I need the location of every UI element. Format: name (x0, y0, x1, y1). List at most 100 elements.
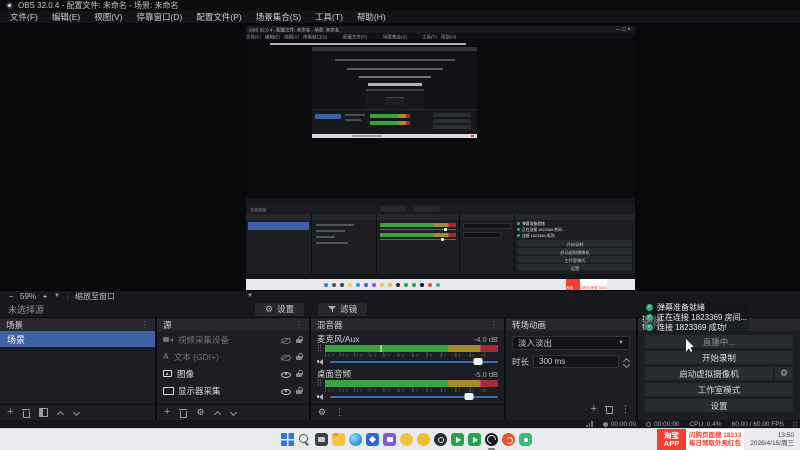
sources-dock-header[interactable]: 源 ⋮ (157, 318, 309, 331)
source-row[interactable]: 视频采集设备 (157, 331, 309, 348)
obs-studio-icon[interactable] (485, 433, 498, 450)
menu-item-7[interactable]: 帮助(H) (350, 11, 393, 24)
file-explorer-icon[interactable] (332, 433, 345, 446)
add-scene-button[interactable]: + (7, 407, 13, 418)
speaker-icon[interactable] (317, 393, 326, 401)
drag-grip-icon[interactable] (317, 379, 322, 387)
menu-item-4[interactable]: 配置文件(P) (189, 11, 248, 24)
control-button-3[interactable]: 工作室模式 (645, 383, 793, 396)
purple-app-icon[interactable] (383, 433, 396, 446)
zoom-in-button[interactable]: + (40, 292, 50, 301)
title-bar[interactable]: OBS 32.0.4 - 配置文件: 未命名 - 场景: 未命名 (0, 0, 800, 11)
eye-off-icon[interactable] (281, 336, 291, 344)
move-scene-up-button[interactable] (57, 410, 64, 416)
yellow-app-2-icon[interactable] (417, 433, 430, 446)
toast-notification: ✓ 正在连接 1823369 房间... (644, 312, 750, 322)
zoom-out-button[interactable]: − (6, 292, 16, 301)
menu-item-1[interactable]: 编辑(E) (45, 11, 87, 24)
transition-dock-header[interactable]: 转场动画 (506, 318, 636, 331)
source-row[interactable]: 图像 (157, 365, 309, 382)
move-scene-down-button[interactable] (73, 410, 80, 416)
record-status-icon (646, 421, 652, 427)
speaker-icon[interactable] (317, 358, 326, 366)
fit-mode-dropdown[interactable]: 缩放至窗口 (75, 291, 115, 302)
fit-mode-caret[interactable]: ▼ (247, 293, 253, 299)
taobao-brand[interactable]: 淘宝 APP (657, 429, 686, 450)
menu-item-6[interactable]: 工具(T) (308, 11, 350, 24)
control-button-0[interactable]: 直播中... (645, 335, 793, 348)
resize-grip[interactable] (792, 421, 798, 427)
remove-transition-button[interactable] (605, 405, 613, 414)
duration-stepper[interactable] (623, 357, 630, 366)
start-icon[interactable] (281, 433, 294, 446)
virtual-camera-config-button[interactable]: ⚙ (775, 367, 793, 380)
preview-area[interactable]: OBS 32.0.4 - 配置文件: 未命名 - 场景: 未命名 — ▢ ✕ 文… (0, 24, 800, 291)
source-row[interactable]: A 文本 (GDI+) (157, 348, 309, 365)
orange-app-icon[interactable] (502, 433, 515, 446)
fps-counter: 60.00 / 60.00 FPS (731, 420, 784, 428)
dock-menu-icon[interactable]: ⋮ (295, 320, 303, 329)
move-source-down-button[interactable] (230, 410, 237, 416)
meter-scale: -60 -55 -50 -45 -40 -35 -30 -25 -20 -15 … (325, 387, 498, 392)
search-icon[interactable] (298, 433, 311, 446)
scene-filters-button[interactable] (39, 408, 49, 417)
eye-icon[interactable] (281, 370, 291, 378)
add-source-button[interactable]: + (164, 407, 170, 418)
source-properties-button[interactable]: ⚙ (196, 408, 204, 417)
source-settings-button[interactable]: ⚙ 设置 (255, 302, 305, 316)
steam-app-icon[interactable] (434, 433, 447, 446)
eye-off-icon[interactable] (281, 353, 291, 361)
sources-dock: 源 ⋮ 视频采集设备 A 文本 (GDI+) 图像 显示器采集 + ⚙ (157, 318, 309, 420)
lock-icon[interactable] (296, 335, 303, 344)
yellow-app-1-icon[interactable] (400, 433, 413, 446)
task-view-app-icon[interactable] (315, 433, 328, 446)
gear-icon: ⚙ (265, 303, 274, 314)
eye-icon[interactable] (281, 387, 291, 395)
control-button-1[interactable]: 开始录制 (645, 351, 793, 364)
stepper-down-icon[interactable] (623, 362, 630, 366)
source-filters-button[interactable]: 滤镜 (318, 302, 368, 316)
duration-input[interactable]: 300 ms (533, 355, 619, 368)
transition-dock: 转场动画 淡入淡出 ▼ 时长 300 ms + ⋮ (506, 318, 636, 420)
blue-app-icon[interactable] (366, 433, 379, 446)
captured-control-button: 启动虚拟摄像机 (518, 248, 632, 255)
green-app-1-icon[interactable] (451, 433, 464, 446)
source-row[interactable]: 显示器采集 (157, 382, 309, 399)
menu-item-5[interactable]: 场景集合(S) (249, 11, 308, 24)
move-source-up-button[interactable] (214, 410, 221, 416)
menu-item-2[interactable]: 视图(V) (87, 11, 129, 24)
dock-area: 场景 ⋮ 场景 + 源 ⋮ 视频采集设备 A 文本 (GDI+) 图像 显示器采集 (0, 318, 800, 420)
scenes-toolbar: + (0, 404, 155, 420)
taskbar-clock[interactable]: 13:50 2026/4/15/周三 (746, 429, 800, 450)
add-transition-button[interactable]: + (591, 403, 597, 415)
transition-menu-icon[interactable]: ⋮ (621, 404, 630, 415)
drag-grip-icon[interactable] (317, 344, 322, 352)
mixer-dock-header[interactable]: 混音器 ⋮ (311, 318, 504, 331)
taobao-ad-text[interactable]: 闪购页面搜 18233 每日领取外卖红包 (686, 429, 744, 450)
green-app-2-icon[interactable] (468, 433, 481, 446)
scenes-dock-header[interactable]: 场景 ⋮ (0, 318, 155, 331)
control-button-4[interactable]: 设置 (645, 399, 793, 412)
mixer-menu-icon[interactable]: ⋮ (335, 407, 344, 418)
dock-menu-icon[interactable]: ⋮ (490, 320, 498, 329)
transition-select[interactable]: 淡入淡出 ▼ (512, 336, 630, 350)
mixer-settings-icon[interactable]: ⚙ (318, 408, 326, 417)
remove-scene-button[interactable] (22, 408, 31, 418)
desktop-volume-slider[interactable] (330, 393, 498, 400)
remove-source-button[interactable] (179, 408, 188, 418)
dock-menu-icon[interactable]: ⋮ (141, 320, 149, 329)
zoom-dropdown-caret[interactable]: ▼ (54, 293, 60, 299)
lock-icon[interactable] (296, 352, 303, 361)
edge-browser-icon[interactable] (349, 433, 362, 446)
scene-item-selected[interactable]: 场景 (0, 331, 155, 347)
control-button-2[interactable]: 启动虚拟摄像机 (645, 367, 773, 380)
lock-icon[interactable] (296, 386, 303, 395)
menu-item-0[interactable]: 文件(F) (3, 11, 45, 24)
menu-item-3[interactable]: 停靠窗口(D) (130, 11, 190, 24)
mint-app-icon[interactable] (519, 433, 532, 446)
taobao-ad-banner[interactable]: 淘宝 APP 闪购页面搜 18233 每日领取外卖红包 (657, 429, 744, 450)
desktop-db-value: -5.0 dB (473, 369, 498, 379)
mic-volume-slider[interactable] (330, 358, 498, 365)
lock-icon[interactable] (296, 369, 303, 378)
toast-notification: ✓ 连接 1823369 成功! (644, 322, 750, 332)
